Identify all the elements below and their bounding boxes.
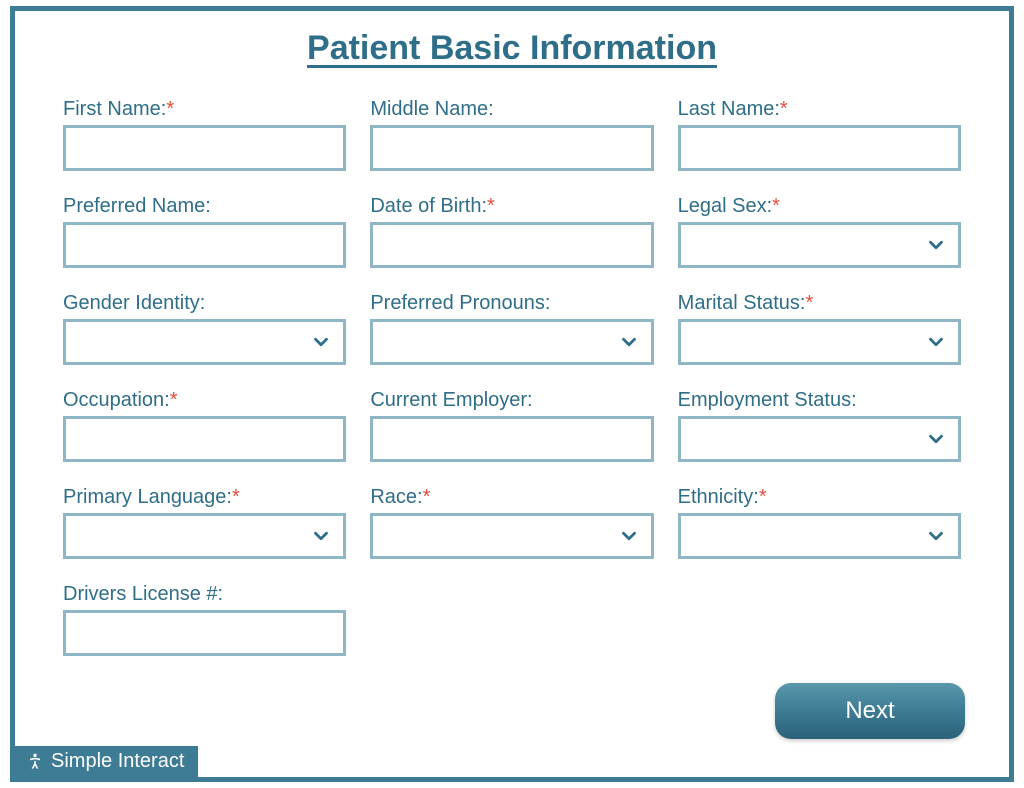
label-legal-sex: Legal Sex:*: [678, 195, 961, 218]
select-employment-status[interactable]: [678, 416, 961, 462]
select-marital-status[interactable]: [678, 319, 961, 365]
label-occupation: Occupation:*: [63, 389, 346, 412]
field-primary-language: Primary Language:*: [63, 486, 346, 559]
label-primary-language: Primary Language:*: [63, 486, 346, 509]
select-gender-identity[interactable]: [63, 319, 346, 365]
input-last-name[interactable]: [678, 125, 961, 171]
form-grid: First Name:* Middle Name: Last Name:* Pr…: [15, 68, 1009, 656]
form-frame: Patient Basic Information First Name:* M…: [10, 6, 1014, 782]
required-marker: *: [487, 195, 495, 217]
field-middle-name: Middle Name:: [370, 98, 653, 171]
field-current-employer: Current Employer:: [370, 389, 653, 462]
label-marital-status: Marital Status:*: [678, 292, 961, 315]
label-employment-status: Employment Status:: [678, 389, 961, 412]
select-preferred-pronouns[interactable]: [370, 319, 653, 365]
required-marker: *: [170, 389, 178, 411]
label-middle-name: Middle Name:: [370, 98, 653, 121]
label-dob: Date of Birth:*: [370, 195, 653, 218]
required-marker: *: [780, 98, 788, 120]
label-gender-identity: Gender Identity:: [63, 292, 346, 315]
required-marker: *: [805, 292, 813, 314]
required-marker: *: [423, 486, 431, 508]
field-gender-identity: Gender Identity:: [63, 292, 346, 365]
label-first-name: First Name:*: [63, 98, 346, 121]
required-marker: *: [166, 98, 174, 120]
required-marker: *: [772, 195, 780, 217]
input-current-employer[interactable]: [370, 416, 653, 462]
brand-bar: Simple Interact: [15, 746, 198, 777]
input-occupation[interactable]: [63, 416, 346, 462]
field-first-name: First Name:*: [63, 98, 346, 171]
select-legal-sex[interactable]: [678, 222, 961, 268]
brand-text: Simple Interact: [51, 750, 184, 773]
field-marital-status: Marital Status:*: [678, 292, 961, 365]
label-last-name: Last Name:*: [678, 98, 961, 121]
input-middle-name[interactable]: [370, 125, 653, 171]
select-primary-language[interactable]: [63, 513, 346, 559]
label-preferred-name: Preferred Name:: [63, 195, 346, 218]
field-legal-sex: Legal Sex:*: [678, 195, 961, 268]
label-ethnicity: Ethnicity:*: [678, 486, 961, 509]
input-preferred-name[interactable]: [63, 222, 346, 268]
field-race: Race:*: [370, 486, 653, 559]
input-drivers-license[interactable]: [63, 610, 346, 656]
page-title: Patient Basic Information: [15, 29, 1009, 68]
field-preferred-name: Preferred Name:: [63, 195, 346, 268]
input-first-name[interactable]: [63, 125, 346, 171]
label-race: Race:*: [370, 486, 653, 509]
field-last-name: Last Name:*: [678, 98, 961, 171]
field-ethnicity: Ethnicity:*: [678, 486, 961, 559]
label-drivers-license: Drivers License #:: [63, 583, 346, 606]
field-employment-status: Employment Status:: [678, 389, 961, 462]
select-race[interactable]: [370, 513, 653, 559]
input-dob[interactable]: [370, 222, 653, 268]
field-drivers-license: Drivers License #:: [63, 583, 346, 656]
field-occupation: Occupation:*: [63, 389, 346, 462]
label-preferred-pronouns: Preferred Pronouns:: [370, 292, 653, 315]
field-preferred-pronouns: Preferred Pronouns:: [370, 292, 653, 365]
field-dob: Date of Birth:*: [370, 195, 653, 268]
required-marker: *: [232, 486, 240, 508]
accessibility-icon: [25, 752, 45, 772]
select-ethnicity[interactable]: [678, 513, 961, 559]
label-current-employer: Current Employer:: [370, 389, 653, 412]
required-marker: *: [759, 486, 767, 508]
next-button[interactable]: Next: [775, 683, 965, 739]
